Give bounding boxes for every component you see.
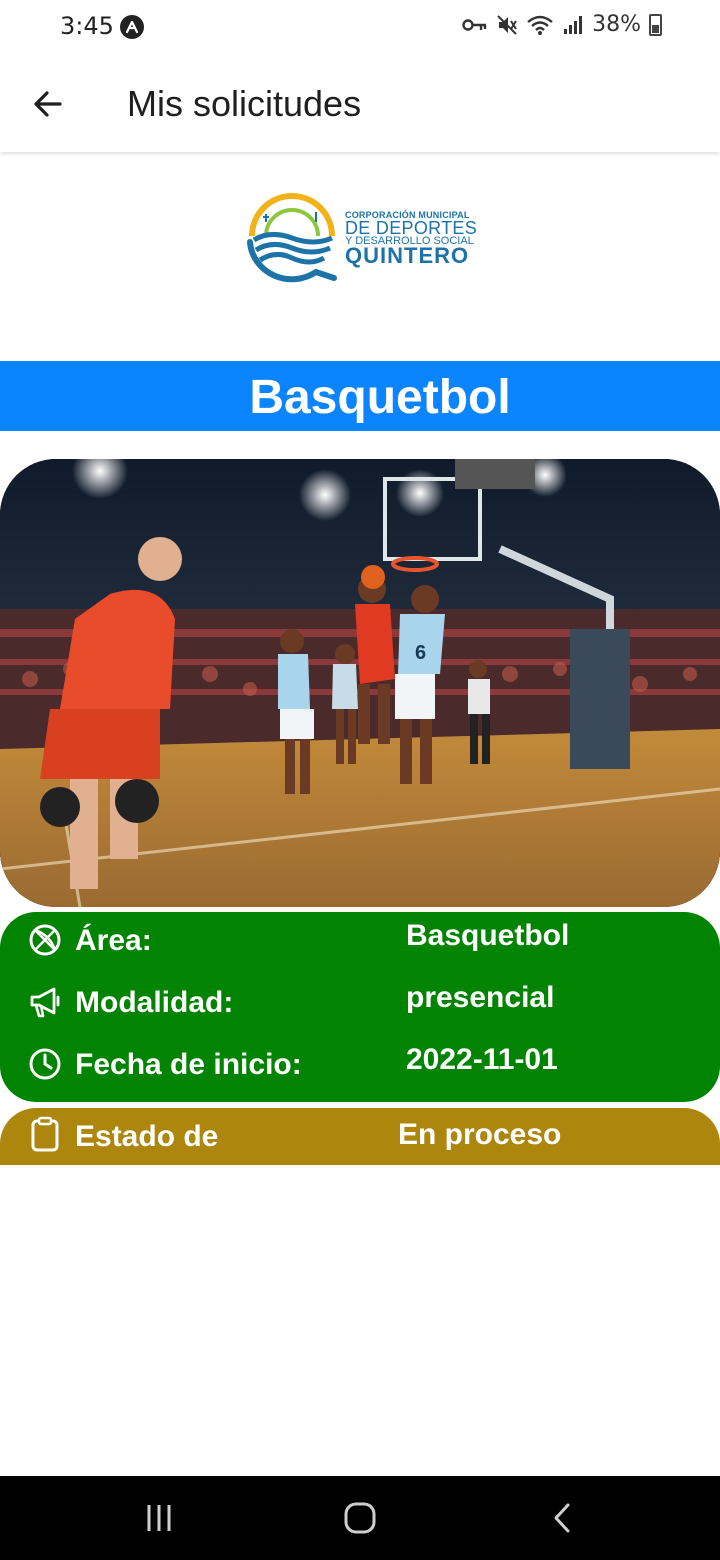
page-title: Mis solicitudes xyxy=(127,83,362,124)
signal-icon xyxy=(564,15,583,34)
battery-icon xyxy=(649,13,662,36)
recent-apps-button[interactable] xyxy=(137,1496,181,1540)
organization-logo: CORPORACIÓN MUNICIPAL DE DEPORTES Y DESA… xyxy=(246,192,477,284)
system-back-button[interactable] xyxy=(540,1496,584,1540)
app-notification-icon xyxy=(120,15,144,39)
home-icon xyxy=(344,1502,376,1534)
sport-title: Basquetbol xyxy=(249,371,511,424)
detail-row-area: Área: Basquetbol xyxy=(0,915,720,965)
sport-banner: Basquetbol xyxy=(0,361,720,431)
app-bar: Mis solicitudes xyxy=(0,56,720,152)
back-button[interactable] xyxy=(22,78,74,130)
megaphone-icon xyxy=(28,985,62,1019)
svg-text:6: 6 xyxy=(415,642,426,664)
detail-value: 2022-11-01 xyxy=(406,1043,558,1076)
logo-emblem-icon xyxy=(247,193,337,283)
system-nav-bar xyxy=(0,1476,720,1560)
status-bar: 3:45 38% xyxy=(0,0,720,56)
detail-label: Fecha de inicio: xyxy=(75,1048,302,1081)
detail-value: Basquetbol xyxy=(406,919,570,952)
status-label: Estado de xyxy=(75,1120,219,1153)
status-value: En proceso xyxy=(398,1118,562,1151)
status-row: Estado de En proceso xyxy=(0,1112,720,1162)
arrow-left-icon xyxy=(34,91,62,117)
details-card: Área: Basquetbol Modalidad: presencial F… xyxy=(0,912,720,1102)
status-icons: 38% xyxy=(462,12,662,37)
key-icon xyxy=(462,18,487,31)
home-button[interactable] xyxy=(338,1496,382,1540)
clock-icon xyxy=(28,1047,62,1081)
logo-text-line4: QUINTERO xyxy=(345,243,470,268)
detail-label: Modalidad: xyxy=(75,986,234,1019)
recent-apps-icon xyxy=(147,1505,171,1531)
status-card: Estado de En proceso xyxy=(0,1108,720,1165)
sport-photo: 6 xyxy=(0,459,720,907)
detail-row-modalidad: Modalidad: presencial xyxy=(0,977,720,1027)
battery-percent: 38% xyxy=(592,12,641,37)
mute-icon xyxy=(497,14,517,35)
basketball-icon xyxy=(28,923,62,957)
detail-value: presencial xyxy=(406,981,555,1014)
detail-label: Área: xyxy=(75,924,152,957)
detail-row-fecha: Fecha de inicio: 2022-11-01 xyxy=(0,1039,720,1089)
wifi-icon xyxy=(527,15,553,35)
chevron-left-icon xyxy=(554,1503,570,1533)
clipboard-icon xyxy=(28,1116,62,1152)
status-time: 3:45 xyxy=(60,12,114,40)
